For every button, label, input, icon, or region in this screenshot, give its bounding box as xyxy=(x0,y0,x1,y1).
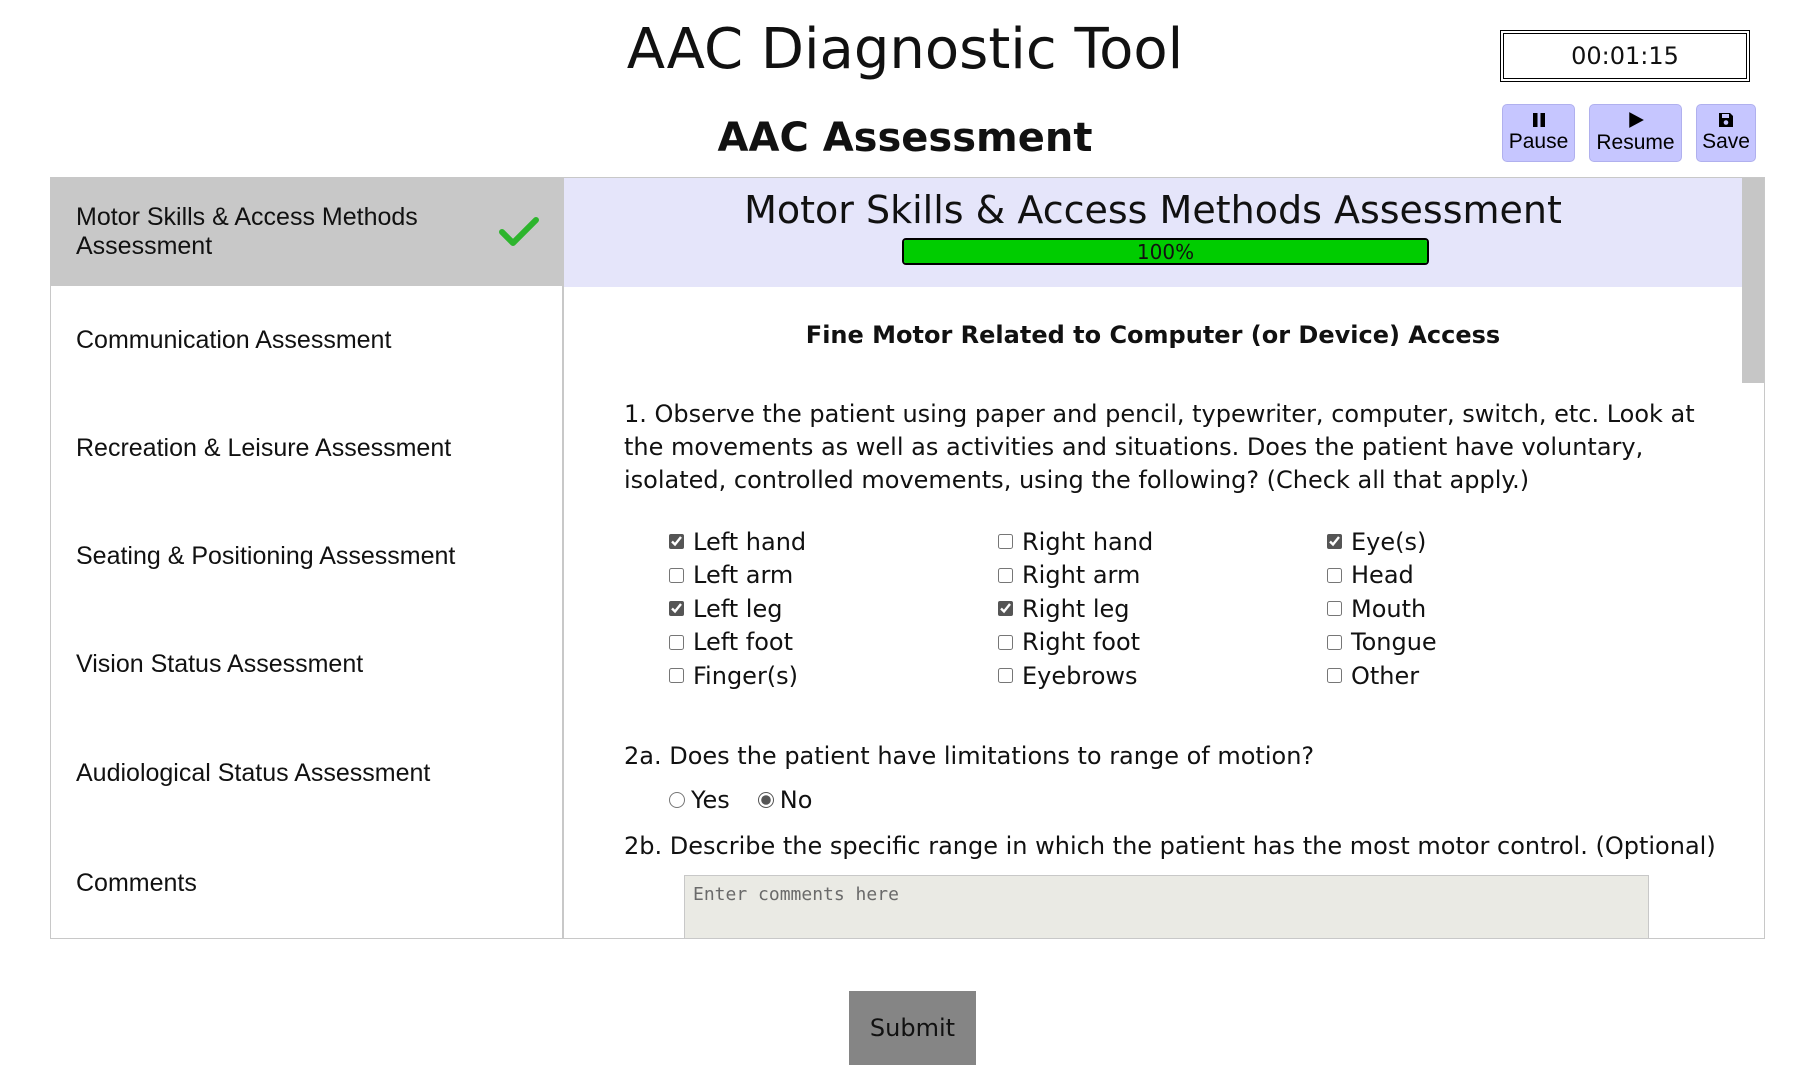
checkbox-left-foot[interactable] xyxy=(669,634,684,650)
checkbox-option[interactable]: Head xyxy=(1327,559,1437,593)
option-label: No xyxy=(779,786,813,814)
checkbox-option[interactable]: Left arm xyxy=(669,559,806,593)
option-label: Right arm xyxy=(1022,561,1141,590)
checkbox-eyebrows[interactable] xyxy=(998,668,1013,684)
option-label: Eyebrows xyxy=(1022,661,1138,690)
progress-bar: 100% xyxy=(902,238,1429,265)
checkbox-option[interactable]: Left hand xyxy=(669,525,806,559)
checkbox-left-hand[interactable] xyxy=(669,534,684,550)
checkbox-right-leg[interactable] xyxy=(998,601,1013,617)
radio-option-no[interactable]: No xyxy=(757,786,813,814)
option-label: Mouth xyxy=(1351,594,1427,623)
checkbox-option[interactable]: Eyebrows xyxy=(998,659,1153,693)
checkbox-option[interactable]: Tongue xyxy=(1327,626,1437,660)
progress-text: 100% xyxy=(1136,239,1195,264)
option-label: Left arm xyxy=(693,561,794,590)
checkbox-right-foot[interactable] xyxy=(998,634,1013,650)
option-label: Finger(s) xyxy=(693,661,799,690)
sidebar-item-communication[interactable]: Communication Assessment xyxy=(51,286,562,394)
assessment-panel: Motor Skills & Access Methods Assessment… xyxy=(50,177,1765,939)
checkbox-column: Eye(s) Head Mouth Tongue Other xyxy=(1327,525,1437,693)
sidebar-item-label: Motor Skills & Access Methods Assessment xyxy=(76,203,418,260)
checkbox-tongue[interactable] xyxy=(1327,634,1342,650)
sidebar-item-motor-skills[interactable]: Motor Skills & Access Methods Assessment xyxy=(51,178,562,286)
sidebar-item-label: Communication Assessment xyxy=(76,325,392,354)
checkbox-head[interactable] xyxy=(1327,567,1342,583)
checkbox-option[interactable]: Eye(s) xyxy=(1327,525,1437,559)
range-of-motion-radio-group: Yes No xyxy=(669,786,840,814)
checkbox-eyes[interactable] xyxy=(1327,534,1342,550)
save-button[interactable]: Save xyxy=(1696,104,1756,162)
sidebar-item-audiological[interactable]: Audiological Status Assessment xyxy=(51,718,562,828)
question-group-heading: Fine Motor Related to Computer (or Devic… xyxy=(805,321,1501,349)
checkbox-right-arm[interactable] xyxy=(998,567,1013,583)
sidebar-item-label: Seating & Positioning Assessment xyxy=(76,541,456,570)
save-icon xyxy=(1719,113,1733,127)
checkbox-fingers[interactable] xyxy=(669,668,684,684)
sidebar-item-label: Vision Status Assessment xyxy=(76,649,364,678)
pause-icon xyxy=(1532,113,1545,127)
assessment-content: Motor Skills & Access Methods Assessment… xyxy=(564,178,1764,938)
checkbox-option[interactable]: Left foot xyxy=(669,626,806,660)
comments-textarea[interactable] xyxy=(684,875,1649,938)
sidebar-item-seating[interactable]: Seating & Positioning Assessment xyxy=(51,502,562,610)
section-header: Motor Skills & Access Methods Assessment… xyxy=(564,178,1742,287)
submit-button[interactable]: Submit xyxy=(849,991,976,1065)
sidebar-item-label: Recreation & Leisure Assessment xyxy=(76,433,452,462)
checkbox-option[interactable]: Right foot xyxy=(998,626,1153,660)
pause-label: Pause xyxy=(1508,130,1569,153)
option-label: Eye(s) xyxy=(1351,527,1427,556)
question-2b-text: 2b. Describe the specific range in which… xyxy=(624,832,1716,860)
checkbox-option[interactable]: Left leg xyxy=(669,592,806,626)
play-icon xyxy=(1628,112,1644,128)
option-label: Left foot xyxy=(693,628,794,657)
scrollbar-thumb[interactable] xyxy=(1742,178,1764,383)
scrollbar[interactable] xyxy=(1742,178,1764,938)
radio-yes[interactable] xyxy=(669,792,685,808)
option-label: Tongue xyxy=(1351,628,1437,657)
checkmark-icon xyxy=(499,217,539,246)
sidebar-item-label: Audiological Status Assessment xyxy=(76,758,431,787)
resume-label: Resume xyxy=(1596,131,1675,154)
sidebar-item-recreation[interactable]: Recreation & Leisure Assessment xyxy=(51,394,562,502)
checkbox-option[interactable]: Right leg xyxy=(998,592,1153,626)
option-label: Left leg xyxy=(693,594,783,623)
option-label: Right leg xyxy=(1022,594,1130,623)
checkbox-left-arm[interactable] xyxy=(669,567,684,583)
pause-button[interactable]: Pause xyxy=(1502,104,1575,162)
option-label: Other xyxy=(1351,661,1420,690)
question-1-text: 1. Observe the patient using paper and p… xyxy=(624,400,1695,494)
checkbox-column: Left hand Left arm Left leg Left foot Fi… xyxy=(669,525,806,693)
radio-option-yes[interactable]: Yes xyxy=(669,786,730,814)
checkbox-column: Right hand Right arm Right leg Right foo… xyxy=(998,525,1153,693)
sidebar-item-vision[interactable]: Vision Status Assessment xyxy=(51,610,562,718)
save-label: Save xyxy=(1702,130,1750,153)
option-label: Head xyxy=(1351,561,1414,590)
checkbox-left-leg[interactable] xyxy=(669,601,684,617)
timer-display: 00:01:15 xyxy=(1500,30,1750,82)
sidebar-item-comments[interactable]: Comments xyxy=(51,828,562,938)
checkbox-option[interactable]: Right arm xyxy=(998,559,1153,593)
checkbox-option[interactable]: Other xyxy=(1327,659,1437,693)
option-label: Left hand xyxy=(693,527,807,556)
resume-button[interactable]: Resume xyxy=(1589,104,1682,162)
checkbox-mouth[interactable] xyxy=(1327,601,1342,617)
option-label: Yes xyxy=(691,786,730,814)
checkbox-right-hand[interactable] xyxy=(998,534,1013,550)
radio-no[interactable] xyxy=(757,792,774,808)
sidebar: Motor Skills & Access Methods Assessment… xyxy=(51,178,564,938)
question-2a-text: 2a. Does the patient have limitations to… xyxy=(624,742,1315,770)
sidebar-item-label: Comments xyxy=(76,868,197,897)
checkbox-option[interactable]: Finger(s) xyxy=(669,659,806,693)
checkbox-other[interactable] xyxy=(1327,668,1342,684)
checkbox-option[interactable]: Mouth xyxy=(1327,592,1437,626)
option-label: Right hand xyxy=(1022,527,1154,556)
section-title: Motor Skills & Access Methods Assessment xyxy=(744,188,1562,232)
checkbox-option[interactable]: Right hand xyxy=(998,525,1153,559)
option-label: Right foot xyxy=(1022,628,1141,657)
